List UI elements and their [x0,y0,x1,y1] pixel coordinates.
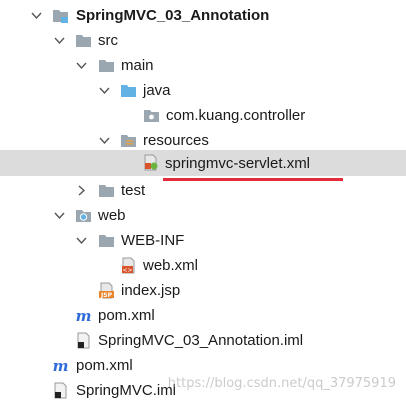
tree-node-module-iml[interactable]: SpringMVC_03_Annotation.iml [0,328,406,353]
folder-label: src [98,32,118,49]
file-label: SpringMVC_03_Annotation.iml [98,332,304,349]
tree-node-index-jsp[interactable]: JSP index.jsp [0,278,406,303]
tree-node-pom-outer[interactable]: m pom.xml [0,353,406,378]
file-label: index.jsp [121,282,181,299]
web-folder-icon [76,210,91,222]
folder-label: WEB-INF [121,232,185,249]
tree-node-web[interactable]: web [0,203,406,228]
tree-node-web-xml[interactable]: <> web.xml [0,253,406,278]
tree-node-main[interactable]: main [0,53,406,78]
folder-icon [99,60,114,72]
folder-label: java [143,82,171,99]
svg-text:JSP: JSP [100,292,113,299]
maven-icon: m [53,357,69,374]
svg-text:m: m [76,307,92,324]
package-label: com.kuang.controller [166,107,306,124]
chevron-right-icon[interactable] [75,184,88,197]
tree-node-servlet-xml[interactable]: springmvc-servlet.xml [0,150,406,176]
chevron-down-icon[interactable] [98,134,111,147]
iml-file-icon [54,382,67,399]
file-label: web.xml [143,257,199,274]
folder-icon [99,185,114,197]
chevron-down-icon[interactable] [75,234,88,247]
chevron-down-icon[interactable] [53,209,66,222]
file-label: springmvc-servlet.xml [165,155,311,172]
tree-node-project[interactable]: SpringMVC_03_Annotation [0,3,406,28]
chevron-down-icon[interactable] [98,84,111,97]
package-icon [144,110,159,122]
maven-icon: m [76,307,92,324]
folder-label: resources [143,132,209,149]
file-label: SpringMVC.iml [76,382,177,399]
folder-label: main [121,57,154,74]
project-tree: SpringMVC_03_Annotation src main java co… [0,0,406,404]
tree-node-java[interactable]: java [0,78,406,103]
jsp-file-icon: JSP [99,282,114,299]
iml-file-icon [77,332,90,349]
folder-icon [76,35,91,47]
source-folder-icon [121,85,136,97]
tree-node-src[interactable]: src [0,28,406,53]
project-name-label: SpringMVC_03_Annotation [76,7,270,24]
resources-folder-icon [121,135,136,147]
chevron-down-icon[interactable] [30,9,43,22]
tree-node-web-inf[interactable]: WEB-INF [0,228,406,253]
file-label: pom.xml [98,307,155,324]
spring-xml-file-icon [144,154,158,171]
folder-label: test [121,182,146,199]
folder-label: web [98,207,126,224]
tree-node-pom-inner[interactable]: m pom.xml [0,303,406,328]
svg-text:m: m [53,357,69,374]
tree-node-package[interactable]: com.kuang.controller [0,103,406,128]
tree-node-test[interactable]: test [0,178,406,203]
file-label: pom.xml [76,357,133,374]
folder-icon [99,235,114,247]
module-folder-icon [53,10,68,23]
watermark: https://blog.csdn.net/qq_37975919 [167,376,396,391]
svg-text:<>: <> [122,267,132,274]
chevron-down-icon[interactable] [75,59,88,72]
xml-file-icon: <> [122,257,135,274]
chevron-down-icon[interactable] [53,34,66,47]
